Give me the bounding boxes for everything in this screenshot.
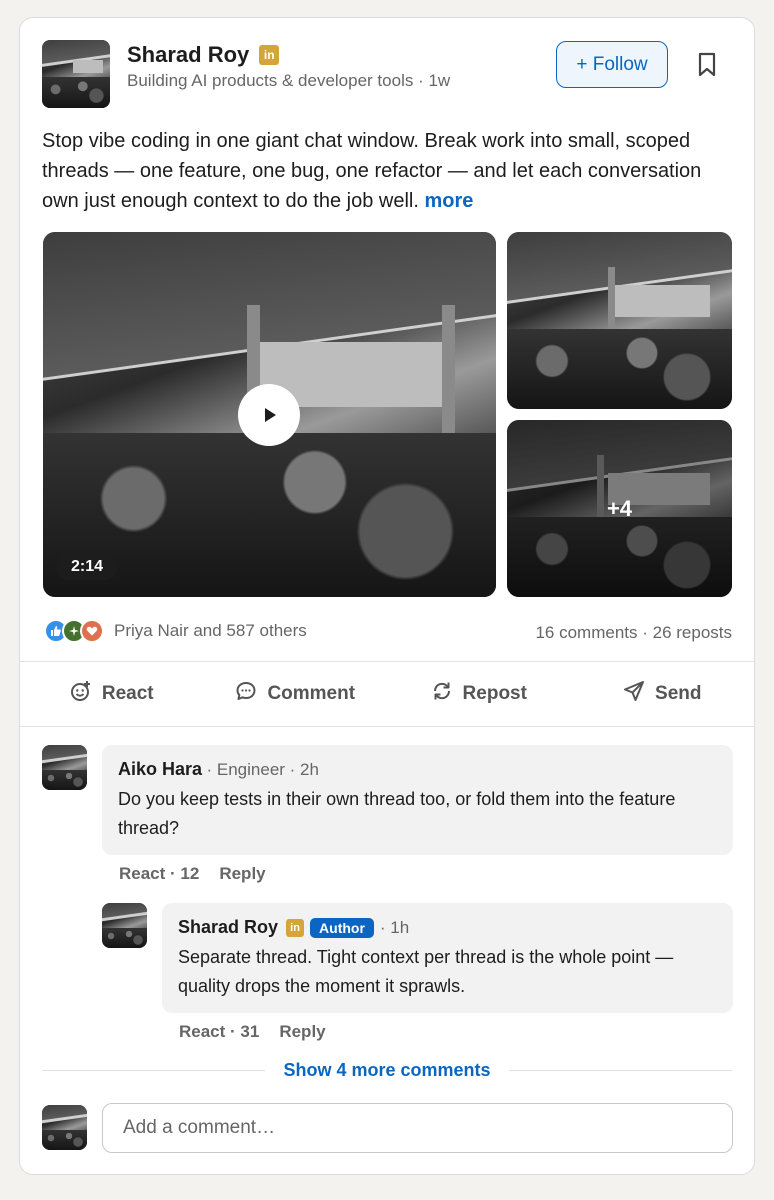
current-user-avatar bbox=[42, 1105, 87, 1150]
repost-label: Repost bbox=[462, 683, 527, 704]
comments-reposts-count[interactable]: 16 comments · 26 reposts bbox=[535, 623, 732, 643]
video-duration: 2:14 bbox=[57, 554, 118, 580]
reply-bubble: Sharad Roy in Author · 1h Separate threa… bbox=[162, 903, 733, 1013]
react-button[interactable]: React bbox=[20, 662, 204, 726]
react-icon bbox=[70, 680, 92, 708]
author-name-row[interactable]: Sharad Roy in bbox=[127, 42, 280, 68]
comment-actions: React · 12 Reply bbox=[119, 864, 266, 884]
show-more-comments-button[interactable]: Show 4 more comments bbox=[265, 1060, 508, 1081]
post-actions: React Comment Repost Send bbox=[20, 662, 754, 726]
commenter-name[interactable]: Aiko Hara bbox=[118, 759, 202, 779]
follow-button[interactable]: + Follow bbox=[556, 41, 668, 88]
reactions-summary[interactable]: Priya Nair and 587 others bbox=[44, 619, 307, 643]
reply-text: Separate thread. Tight context per threa… bbox=[178, 947, 674, 996]
author-badge: Author bbox=[310, 917, 374, 938]
react-label: React bbox=[101, 683, 154, 704]
author-subtitle: Building AI products & developer tools ·… bbox=[127, 71, 451, 90]
video-thumbnail[interactable]: 2:14 bbox=[43, 232, 496, 597]
comment-bubble: Aiko Hara · Engineer · 2h Do you keep te… bbox=[102, 745, 733, 855]
repost-button[interactable]: Repost bbox=[387, 662, 571, 726]
divider bbox=[42, 1070, 266, 1071]
comment-reply-button[interactable]: Reply bbox=[219, 864, 265, 884]
play-icon[interactable] bbox=[238, 384, 300, 446]
see-more-link[interactable]: more bbox=[424, 190, 473, 212]
reply-react-button[interactable]: React · 31 bbox=[179, 1022, 259, 1042]
linkedin-badge-icon: in bbox=[286, 918, 305, 937]
bookmark-icon[interactable] bbox=[697, 52, 717, 78]
linkedin-badge-icon: in bbox=[259, 45, 280, 65]
comment-react-button[interactable]: React · 12 bbox=[119, 864, 199, 884]
comment-header: Aiko Hara · Engineer · 2h bbox=[118, 759, 319, 780]
more-media-count: +4 bbox=[507, 420, 732, 597]
author-avatar[interactable] bbox=[42, 40, 110, 108]
comment-text: Do you keep tests in their own thread to… bbox=[118, 789, 676, 838]
reply-reply-button[interactable]: Reply bbox=[279, 1022, 325, 1042]
add-comment-input[interactable] bbox=[102, 1103, 733, 1153]
reactions-text[interactable]: Priya Nair and 587 others bbox=[114, 621, 307, 641]
love-reaction-icon bbox=[80, 619, 104, 643]
comment-icon bbox=[235, 680, 257, 708]
replier-name[interactable]: Sharad Roy bbox=[178, 917, 278, 938]
comment-meta: · Engineer · 2h bbox=[206, 760, 319, 779]
reply-header: Sharad Roy in Author · 1h bbox=[178, 917, 409, 938]
repost-icon bbox=[431, 680, 453, 708]
comment-label: Comment bbox=[267, 683, 356, 704]
post-card: Sharad Roy in Building AI products & dev… bbox=[19, 17, 755, 1175]
divider bbox=[508, 1070, 732, 1071]
author-name[interactable]: Sharad Roy bbox=[127, 42, 249, 68]
show-more-comments: Show 4 more comments bbox=[42, 1060, 732, 1081]
comment-button[interactable]: Comment bbox=[204, 662, 388, 726]
send-label: Send bbox=[655, 683, 702, 704]
image-thumbnail-more[interactable]: +4 bbox=[507, 420, 732, 597]
send-button[interactable]: Send bbox=[571, 662, 755, 726]
replier-avatar[interactable] bbox=[102, 903, 147, 948]
reply-meta: · 1h bbox=[379, 917, 410, 937]
post-body: Stop vibe coding in one giant chat windo… bbox=[42, 126, 732, 216]
commenter-avatar[interactable] bbox=[42, 745, 87, 790]
post-text: Stop vibe coding in one giant chat windo… bbox=[42, 130, 702, 212]
reply-actions: React · 31 Reply bbox=[179, 1022, 326, 1042]
divider bbox=[20, 726, 754, 727]
image-thumbnail[interactable] bbox=[507, 232, 732, 409]
send-icon bbox=[623, 680, 645, 708]
